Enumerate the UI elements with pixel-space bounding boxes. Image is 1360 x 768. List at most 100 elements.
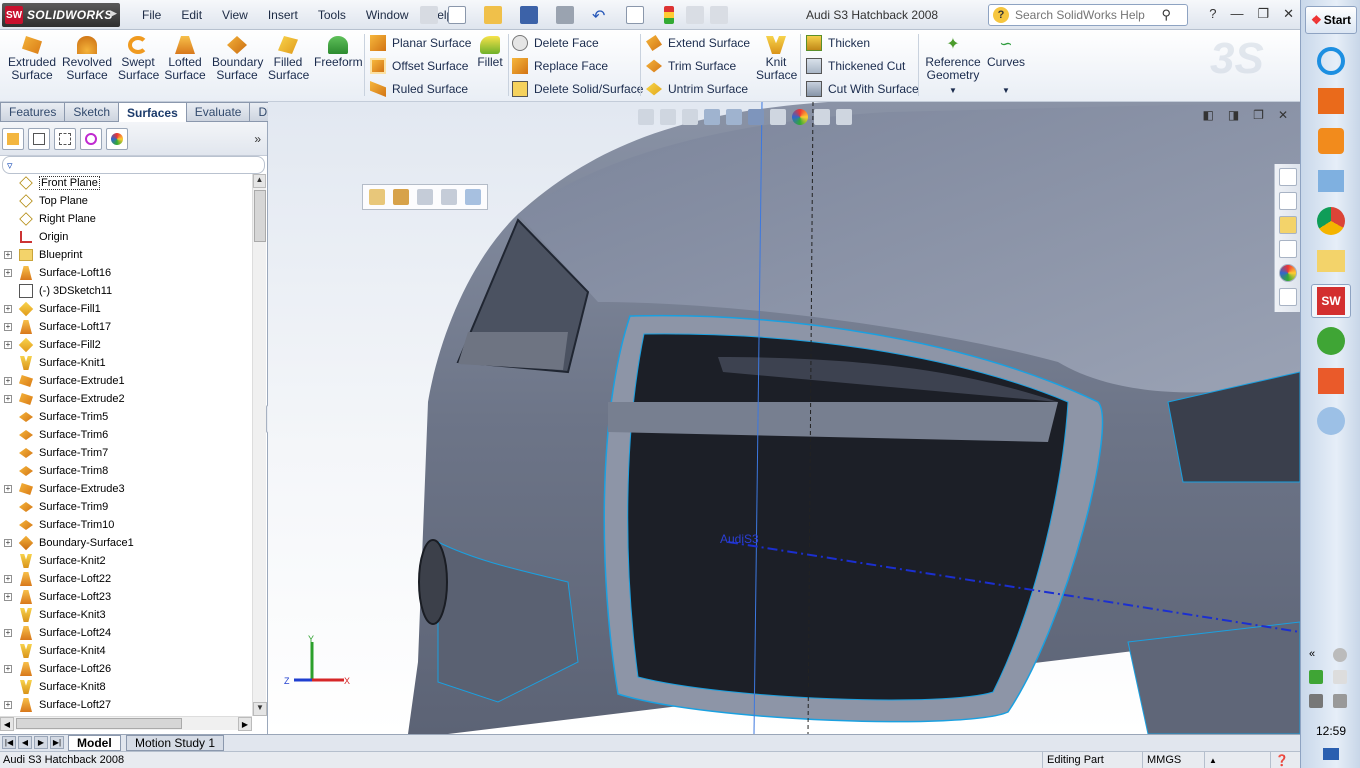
expand-icon[interactable]: + bbox=[4, 377, 12, 385]
extruded-surface-button[interactable]: Extruded Surface bbox=[8, 36, 56, 82]
view-orientation-icon[interactable] bbox=[726, 109, 742, 125]
tree-item[interactable]: + Surface-Fill2 bbox=[0, 336, 252, 354]
scroll-down-icon[interactable]: ▼ bbox=[253, 702, 267, 716]
save-icon[interactable] bbox=[520, 6, 538, 24]
file-properties-icon[interactable] bbox=[686, 6, 704, 24]
expand-icon[interactable]: + bbox=[4, 485, 12, 493]
select-other-icon[interactable] bbox=[369, 189, 385, 205]
filled-surface-button[interactable]: Filled Surface bbox=[268, 36, 309, 82]
select-arrow-icon[interactable] bbox=[626, 6, 644, 24]
section-view-icon[interactable] bbox=[704, 109, 720, 125]
office-icon[interactable] bbox=[1311, 84, 1351, 118]
tree-item[interactable]: Front Plane bbox=[0, 174, 252, 192]
file-explorer-icon[interactable] bbox=[1311, 244, 1351, 278]
units-selector[interactable]: MMGS bbox=[1142, 752, 1204, 768]
zoom-to-fit-icon[interactable] bbox=[638, 109, 654, 125]
menu-view[interactable]: View bbox=[212, 6, 258, 24]
tree-item[interactable]: Surface-Trim10 bbox=[0, 516, 252, 534]
expand-icon[interactable]: + bbox=[4, 593, 12, 601]
tab-sketch[interactable]: Sketch bbox=[65, 102, 120, 122]
dropdown-arrow-icon[interactable]: ▼ bbox=[986, 84, 1026, 97]
cut-with-surface-button[interactable]: Cut With Surface bbox=[806, 80, 919, 98]
network-signal-icon[interactable] bbox=[1309, 694, 1323, 708]
tree-item[interactable]: + Surface-Loft24 bbox=[0, 624, 252, 642]
expand-icon[interactable]: + bbox=[4, 269, 12, 277]
tree-item[interactable]: (-) 3DSketch11 bbox=[0, 282, 252, 300]
expand-icon[interactable]: + bbox=[4, 341, 12, 349]
solidworks-app-icon[interactable]: SW bbox=[1311, 284, 1351, 318]
menu-edit[interactable]: Edit bbox=[171, 6, 212, 24]
knit-surface-button[interactable]: Knit Surface bbox=[756, 36, 797, 82]
chrome-icon[interactable] bbox=[1311, 204, 1351, 238]
delete-solid-surface-button[interactable]: Delete Solid/Surface bbox=[512, 80, 643, 98]
tree-item[interactable]: Surface-Trim9 bbox=[0, 498, 252, 516]
tree-item[interactable]: Surface-Knit8 bbox=[0, 678, 252, 696]
dropdown-arrow-icon[interactable]: ▼ bbox=[924, 84, 982, 97]
tree-item[interactable]: + Surface-Fill1 bbox=[0, 300, 252, 318]
open-folder-icon[interactable] bbox=[484, 6, 502, 24]
pin-icon[interactable] bbox=[420, 6, 438, 24]
utorrent-icon[interactable] bbox=[1311, 324, 1351, 358]
tree-vertical-scrollbar[interactable]: ▲ ▼ bbox=[252, 174, 267, 716]
volume-icon[interactable] bbox=[1333, 694, 1347, 708]
search-icon[interactable]: ⚲ bbox=[1161, 7, 1171, 23]
file-explorer-icon[interactable] bbox=[1278, 216, 1297, 234]
trim-surface-button[interactable]: Trim Surface bbox=[646, 57, 736, 75]
help-icon[interactable]: ❓ bbox=[1270, 752, 1294, 768]
tree-horizontal-scrollbar[interactable]: ◀ ▶ bbox=[0, 716, 252, 731]
solidworks-logo[interactable]: SW SOLIDWORKS ▶ bbox=[2, 3, 120, 27]
undo-icon[interactable]: ↶ bbox=[592, 6, 610, 25]
expand-tray-icon[interactable]: « bbox=[1309, 648, 1323, 662]
tree-item[interactable]: + Surface-Loft26 bbox=[0, 660, 252, 678]
display-style-icon[interactable] bbox=[748, 109, 764, 125]
expand-icon[interactable]: + bbox=[4, 251, 12, 259]
tree-item[interactable]: + Surface-Loft17 bbox=[0, 318, 252, 336]
planar-surface-button[interactable]: Planar Surface bbox=[370, 34, 471, 52]
reference-geometry-button[interactable]: ✦ Reference Geometry ▼ bbox=[924, 36, 982, 97]
tray-icon[interactable] bbox=[1309, 670, 1323, 684]
media-player-icon[interactable] bbox=[1311, 124, 1351, 158]
start-button[interactable]: ❖ Start bbox=[1305, 6, 1357, 34]
swept-surface-button[interactable]: Swept Surface bbox=[118, 36, 159, 82]
menu-file[interactable]: File bbox=[132, 6, 171, 24]
tab-motion-study[interactable]: Motion Study 1 bbox=[126, 735, 225, 751]
thicken-button[interactable]: Thicken bbox=[806, 34, 870, 52]
curves-button[interactable]: ∽ Curves ▼ bbox=[986, 36, 1026, 97]
freeform-button[interactable]: Freeform bbox=[314, 36, 363, 69]
tree-item[interactable]: Origin bbox=[0, 228, 252, 246]
next-tab-icon[interactable]: ▶ bbox=[34, 736, 48, 749]
tree-item[interactable]: Surface-Trim6 bbox=[0, 426, 252, 444]
tab-model[interactable]: Model bbox=[68, 735, 121, 751]
tree-item[interactable]: + Surface-Loft27 bbox=[0, 696, 252, 714]
expand-icon[interactable]: + bbox=[4, 539, 12, 547]
delete-face-button[interactable]: Delete Face bbox=[512, 34, 599, 52]
tree-filter[interactable]: ▿ bbox=[2, 156, 265, 174]
last-tab-icon[interactable]: ▶| bbox=[50, 736, 64, 749]
first-tab-icon[interactable]: |◀ bbox=[2, 736, 16, 749]
options-icon[interactable] bbox=[710, 6, 728, 24]
restore-icon[interactable]: ❐ bbox=[1257, 6, 1269, 22]
previous-view-icon[interactable] bbox=[682, 109, 698, 125]
scroll-thumb[interactable] bbox=[16, 718, 182, 729]
normal-to-icon[interactable] bbox=[465, 189, 481, 205]
expand-icon[interactable]: + bbox=[4, 701, 12, 709]
tray-icon[interactable] bbox=[1333, 670, 1347, 684]
collapse-left-icon[interactable]: ◧ bbox=[1202, 108, 1213, 122]
expand-icon[interactable]: + bbox=[4, 323, 12, 331]
expand-icon[interactable]: + bbox=[4, 395, 12, 403]
offset-surface-button[interactable]: Offset Surface bbox=[370, 57, 468, 75]
scroll-right-icon[interactable]: ▶ bbox=[238, 717, 252, 731]
scroll-up-icon[interactable]: ▲ bbox=[253, 174, 266, 188]
prev-tab-icon[interactable]: ◀ bbox=[18, 736, 32, 749]
tree-item[interactable]: Surface-Trim8 bbox=[0, 462, 252, 480]
tree-item[interactable]: Surface-Trim7 bbox=[0, 444, 252, 462]
tree-item[interactable]: Right Plane bbox=[0, 210, 252, 228]
rebuild-icon[interactable] bbox=[664, 6, 674, 24]
help-menu-icon[interactable]: ? bbox=[1209, 6, 1216, 22]
design-library-icon[interactable] bbox=[1278, 192, 1297, 210]
internet-explorer-icon[interactable] bbox=[1311, 44, 1351, 78]
tree-item[interactable]: + Surface-Loft23 bbox=[0, 588, 252, 606]
close-icon[interactable]: ✕ bbox=[1283, 6, 1294, 22]
untrim-surface-button[interactable]: Untrim Surface bbox=[646, 80, 748, 98]
home-icon[interactable] bbox=[1278, 168, 1297, 186]
